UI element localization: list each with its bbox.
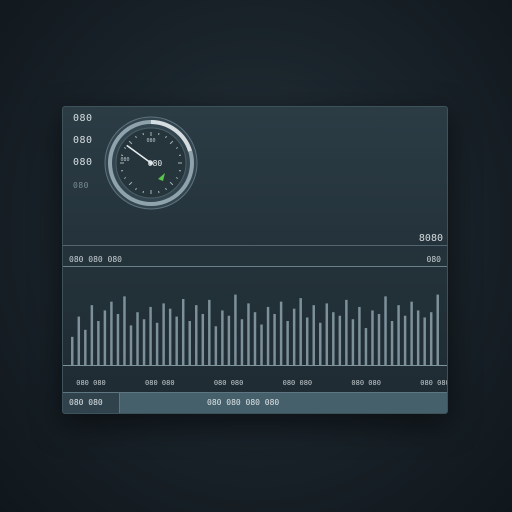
gauge-left-label: 080: [120, 157, 129, 163]
chart-bar: [273, 313, 276, 365]
chart-bar: [416, 310, 420, 365]
chart-bar: [149, 306, 152, 365]
chart-bar: [155, 322, 159, 365]
gauge-tick: [142, 132, 144, 136]
chart-bar: [201, 313, 205, 365]
chart-bar: [351, 319, 355, 365]
status-left-label: 080 080: [69, 398, 103, 407]
gauge-top-label: 080: [146, 138, 155, 144]
chart-bar: [312, 305, 315, 365]
chart-bar: [325, 303, 329, 365]
chart-divider-top: [63, 245, 447, 246]
chart-bar: [390, 321, 394, 365]
readout-1: 080: [73, 113, 93, 124]
chart-bar: [247, 303, 250, 365]
status-mid-label: 080 080 080 080: [207, 398, 280, 407]
chart-bar: [84, 329, 87, 365]
axis-tick-label: 080 080: [76, 379, 106, 387]
chart-bar: [436, 294, 439, 365]
chart-bar: [162, 303, 165, 365]
readout-3: 080: [73, 157, 93, 168]
chart-bar: [221, 310, 224, 365]
chart-bar: [253, 312, 257, 365]
top-right-readout: 8080: [418, 233, 443, 244]
axis-tick-label: 080 080: [145, 379, 175, 387]
chart-bar: [305, 317, 309, 365]
chart-bar: [338, 315, 342, 365]
chart-bar: [136, 312, 139, 365]
chart-baseline: [63, 365, 447, 366]
chart-bar: [377, 313, 381, 365]
gauge-tick: [158, 132, 160, 136]
axis-tick-label: 080 080: [282, 379, 313, 387]
chart-bar: [168, 308, 172, 365]
chart-bar: [292, 308, 296, 365]
chart-bar: [195, 305, 198, 365]
chart-bar: [227, 315, 231, 365]
chart-header-right: 080: [426, 255, 441, 264]
chart-bar: [129, 325, 133, 365]
chart-bar: [142, 319, 146, 365]
chart-bar: [266, 306, 270, 365]
chart-bar: [90, 305, 94, 365]
chart-bar: [77, 316, 81, 365]
chart-bar: [364, 328, 368, 365]
chart-bar: [429, 312, 433, 365]
gauge-tick: [120, 170, 124, 172]
chart-bar: [384, 296, 387, 365]
chart-bar: [345, 299, 348, 365]
axis-tick-label: 080 080: [351, 379, 381, 387]
chart-bar: [208, 299, 211, 365]
axis-tick-label: 080 080: [420, 379, 448, 387]
gauge-tick: [142, 190, 144, 194]
chart-bar: [240, 319, 244, 365]
chart-bar: [332, 312, 335, 365]
chart-bar: [299, 298, 302, 365]
axis-tick-label: 080 080: [213, 379, 244, 387]
chart-header-left: 080 080 080: [69, 255, 122, 264]
gauge-tick: [158, 190, 160, 194]
chart-bar: [214, 326, 218, 365]
chart-bar: [260, 324, 263, 365]
chart-bar: [123, 296, 126, 365]
gauge-hub: [149, 161, 153, 165]
gauge-tick: [120, 154, 124, 156]
chart-bar: [279, 301, 283, 365]
status-bar-left-tab[interactable]: 080 080: [63, 393, 120, 413]
chart-bar: [397, 305, 400, 365]
chart-bar: [423, 317, 426, 365]
chart-bar: [188, 321, 191, 365]
gauge-tick: [178, 170, 182, 172]
chart-bar: [286, 321, 289, 365]
chart-bar: [371, 310, 374, 365]
status-bar: 080 080 080 080 080 080: [63, 392, 447, 413]
gauge-tick: [178, 154, 182, 156]
readout-4: 080: [73, 181, 89, 190]
readout-2: 080: [73, 135, 93, 146]
chart-bar: [71, 336, 74, 365]
dashboard-panel: 080 080 080 080 080 080 080 8080 080 080…: [62, 106, 448, 414]
chart-bar: [175, 316, 178, 365]
bar-chart: [71, 294, 439, 365]
chart-bar: [403, 315, 407, 365]
chart-axis-labels: 080 080 080 080 080 080 080 080 080 080 080 0…: [63, 379, 447, 391]
chart-bar: [103, 310, 107, 365]
chart-bar: [234, 294, 237, 365]
chart-bar: [410, 301, 413, 365]
chart-bar: [110, 301, 113, 365]
chart-bar: [116, 313, 120, 365]
chart-bar: [181, 299, 185, 365]
chart-bar: [319, 322, 322, 365]
chart-bar: [97, 321, 100, 365]
chart-bar: [358, 306, 361, 365]
dial-gauge: 080 080 080: [104, 116, 198, 210]
